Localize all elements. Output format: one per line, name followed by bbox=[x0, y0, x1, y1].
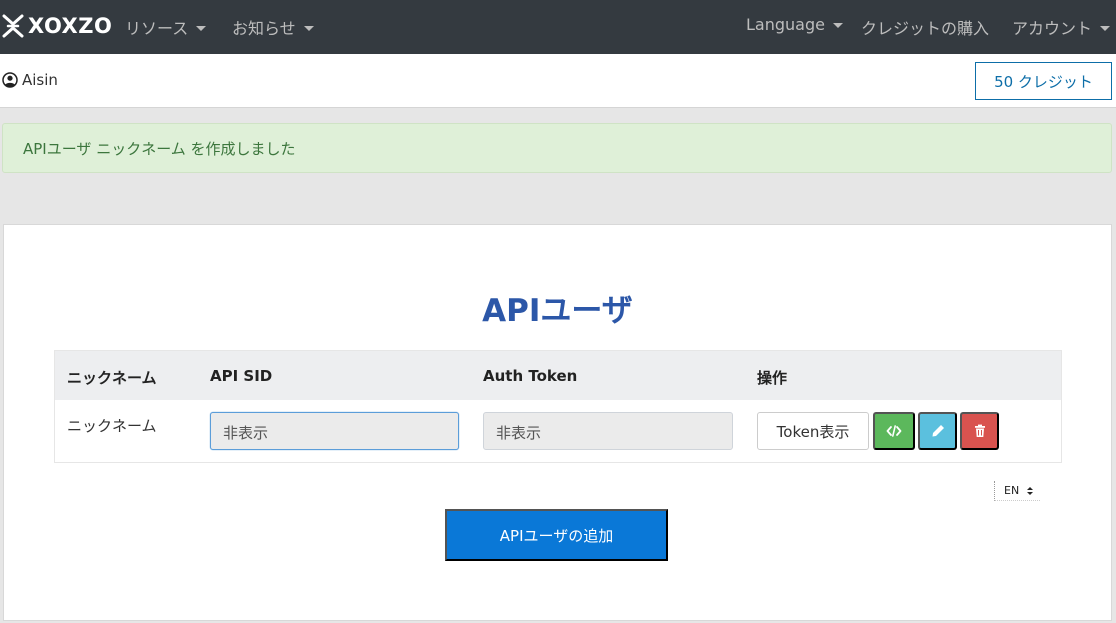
pencil-icon bbox=[932, 425, 944, 437]
nav-resources-label: リソース bbox=[125, 19, 189, 38]
column-header-nickname: ニックネーム bbox=[67, 369, 157, 387]
nav-news-label: お知らせ bbox=[232, 19, 296, 38]
code-button[interactable] bbox=[873, 412, 915, 450]
edit-button[interactable] bbox=[918, 412, 957, 450]
column-header-actions: 操作 bbox=[757, 369, 788, 387]
xoxzo-logo-icon bbox=[2, 14, 24, 38]
add-api-user-button[interactable]: APIユーザの追加 bbox=[445, 509, 668, 561]
caret-down-icon bbox=[832, 23, 843, 28]
nav-resources-dropdown[interactable]: リソース bbox=[125, 15, 207, 39]
language-select[interactable]: EN bbox=[994, 481, 1040, 501]
user-circle-icon bbox=[2, 72, 18, 88]
select-arrows-icon bbox=[1027, 486, 1034, 495]
nav-news-dropdown[interactable]: お知らせ bbox=[232, 15, 314, 39]
api-users-table: ニックネーム API SID Auth Token 操作 ニックネーム 非表示 … bbox=[54, 350, 1062, 463]
credits-button[interactable]: 50 クレジット bbox=[975, 62, 1112, 100]
caret-down-icon bbox=[1100, 25, 1111, 31]
user-bar: Aisin 50 クレジット bbox=[0, 54, 1116, 108]
nav-buy-credits-label: クレジットの購入 bbox=[861, 19, 990, 38]
nav-language-dropdown[interactable]: Language bbox=[746, 15, 843, 34]
username: Aisin bbox=[22, 71, 58, 89]
auth-token-field[interactable]: 非表示 bbox=[483, 412, 733, 450]
column-header-auth-token: Auth Token bbox=[483, 367, 578, 385]
nav-buy-credits-link[interactable]: クレジットの購入 bbox=[861, 15, 989, 39]
delete-button[interactable] bbox=[960, 412, 999, 450]
trash-icon bbox=[974, 424, 985, 437]
show-token-button[interactable]: Token表示 bbox=[757, 412, 869, 450]
user-profile[interactable]: Aisin bbox=[2, 71, 58, 89]
top-navbar: XOXZO リソース お知らせ Language クレジットの購入 アカウント bbox=[0, 0, 1116, 54]
page-title: APIユーザ bbox=[482, 293, 633, 329]
brand-name: XOXZO bbox=[28, 14, 113, 38]
caret-down-icon bbox=[196, 25, 207, 31]
row-nickname: ニックネーム bbox=[67, 417, 157, 435]
brand-logo[interactable]: XOXZO bbox=[2, 13, 112, 39]
nav-account-label: アカウント bbox=[1012, 19, 1093, 38]
table-header: ニックネーム API SID Auth Token 操作 bbox=[55, 351, 1061, 400]
language-select-value: EN bbox=[1004, 484, 1020, 497]
code-icon bbox=[886, 425, 902, 437]
nav-account-dropdown[interactable]: アカウント bbox=[1012, 15, 1111, 39]
api-users-panel: APIユーザ ニックネーム API SID Auth Token 操作 ニックネ… bbox=[3, 224, 1112, 621]
caret-down-icon bbox=[303, 25, 314, 31]
column-header-api-sid: API SID bbox=[210, 367, 273, 385]
success-alert: APIユーザ ニックネーム を作成しました bbox=[2, 123, 1112, 173]
nav-language-label: Language bbox=[746, 15, 825, 34]
api-sid-field[interactable]: 非表示 bbox=[210, 412, 459, 450]
